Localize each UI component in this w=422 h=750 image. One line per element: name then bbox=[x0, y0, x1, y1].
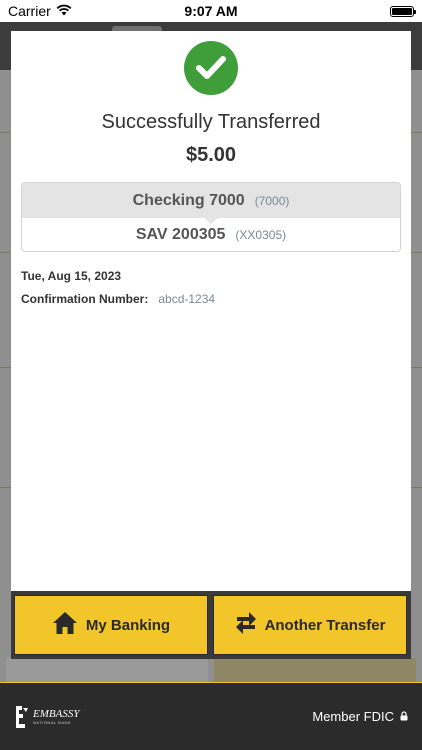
home-icon bbox=[52, 611, 78, 639]
transfer-success-modal: Successfully Transferred $5.00 Checking … bbox=[11, 31, 411, 591]
from-account-name: Checking 7000 bbox=[132, 191, 245, 209]
footer: EMBASSY NATIONAL BANK Member FDIC bbox=[0, 682, 422, 750]
action-bar: My Banking Another Transfer bbox=[11, 591, 411, 659]
my-banking-label: My Banking bbox=[85, 616, 171, 634]
confirmation-line: Confirmation Number: abcd-1234 bbox=[21, 292, 215, 306]
success-title: Successfully Transferred bbox=[101, 111, 321, 133]
to-account-number: (XX0305) bbox=[235, 228, 287, 242]
from-account-number: (7000) bbox=[254, 193, 290, 208]
accounts-box: Checking 7000 (7000) SAV 200305 (XX0305) bbox=[21, 182, 401, 252]
transfer-amount: $5.00 bbox=[185, 144, 237, 166]
my-banking-button[interactable]: My Banking bbox=[14, 595, 208, 655]
logo-text: EMBASSY bbox=[33, 708, 80, 720]
check-icon bbox=[184, 41, 238, 95]
to-account-name: SAV 200305 bbox=[135, 226, 226, 243]
transfer-arrows-icon bbox=[235, 610, 257, 640]
member-fdic: Member FDIC bbox=[312, 709, 408, 724]
battery-icon bbox=[390, 5, 416, 17]
status-bar: Carrier 9:07 AM bbox=[0, 0, 422, 22]
wifi-icon bbox=[56, 3, 72, 19]
embassy-logo-icon: EMBASSY NATIONAL BANK bbox=[14, 704, 79, 730]
carrier-label: Carrier bbox=[8, 3, 51, 19]
status-left: Carrier bbox=[8, 3, 72, 19]
confirmation-label: Confirmation Number: bbox=[21, 292, 149, 306]
another-transfer-button[interactable]: Another Transfer bbox=[213, 595, 407, 655]
logo-subtext: NATIONAL BANK bbox=[33, 720, 72, 725]
transfer-date: Tue, Aug 15, 2023 bbox=[21, 269, 122, 283]
from-account-row: Checking 7000 (7000) bbox=[22, 183, 400, 224]
confirmation-number: abcd-1234 bbox=[158, 292, 216, 306]
lock-icon bbox=[400, 709, 408, 724]
member-fdic-label: Member FDIC bbox=[312, 709, 394, 724]
another-transfer-label: Another Transfer bbox=[264, 616, 386, 634]
